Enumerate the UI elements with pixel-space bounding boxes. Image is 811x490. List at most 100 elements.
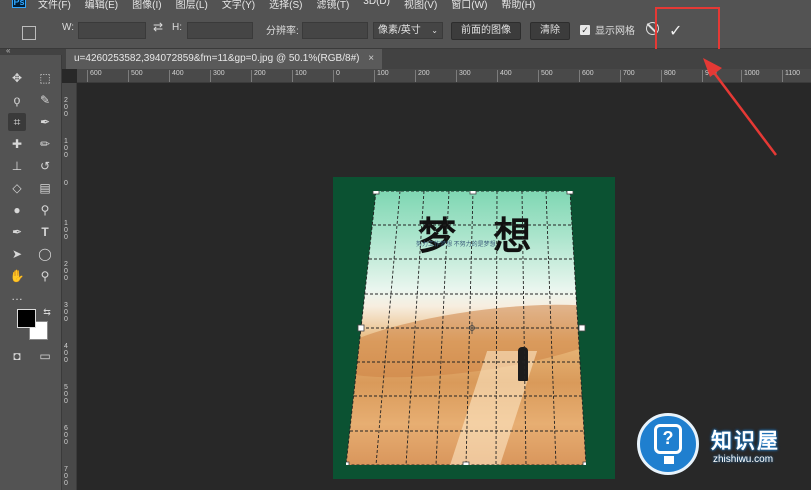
crop-handle xyxy=(566,191,574,195)
ruler-tick: 6 0 0 xyxy=(64,425,68,446)
hand-tool-icon[interactable]: ✋ xyxy=(8,267,26,285)
resolution-label: 分辨率: xyxy=(266,26,299,37)
ruler-tick: 1100 xyxy=(782,70,800,82)
dodge-tool-icon[interactable]: ⚲ xyxy=(36,201,54,219)
crop-grid-overlay[interactable] xyxy=(346,191,586,465)
ruler-tick: 600 xyxy=(87,70,102,82)
ruler-tick: 800 xyxy=(661,70,676,82)
show-grid-label: 显示网格 xyxy=(595,26,635,37)
blur-tool-icon[interactable]: ● xyxy=(8,201,26,219)
horizontal-ruler: 600 500 400 300 200 100 0 100 200 300 40… xyxy=(77,69,811,83)
watermark-name: 知识屋 xyxy=(711,430,780,453)
ruler-tick: 2 0 0 xyxy=(64,261,68,282)
healing-tool-icon[interactable]: ✚ xyxy=(8,135,26,153)
ruler-tick: 7 0 0 xyxy=(64,466,68,487)
width-label: W: xyxy=(62,22,75,33)
crop-handle xyxy=(357,324,365,332)
pen-tool-icon[interactable]: ✒ xyxy=(8,223,26,241)
menu-3d[interactable]: 3D(D) xyxy=(363,0,390,11)
ellipse-tool-icon[interactable]: ◯ xyxy=(36,245,54,263)
ruler-tick: 4 0 0 xyxy=(64,343,68,364)
ruler-tick: 500 xyxy=(128,70,143,82)
history-brush-tool-icon[interactable]: ↺ xyxy=(36,157,54,175)
type-tool-icon[interactable]: T xyxy=(36,223,54,241)
photoshop-logo: Ps xyxy=(12,0,26,8)
crop-handle xyxy=(582,461,586,465)
vertical-ruler: 2 0 0 1 0 0 0 1 0 0 2 0 0 3 0 0 4 0 0 5 … xyxy=(62,83,77,490)
menu-edit[interactable]: 编辑(E) xyxy=(85,0,118,11)
ruler-tick: 0 xyxy=(64,180,68,187)
ruler-tick: 0 xyxy=(333,70,340,82)
clear-button[interactable]: 清除 xyxy=(530,22,570,40)
zoom-tool-icon[interactable]: ⚲ xyxy=(36,267,54,285)
quick-mask-tool-icon[interactable]: ◘ xyxy=(8,347,26,365)
move-tool-icon[interactable]: ✥ xyxy=(8,69,26,87)
show-grid-checkbox[interactable]: ✓ xyxy=(580,25,590,35)
ruler-tick: 400 xyxy=(497,70,512,82)
eraser-tool-icon[interactable]: ◇ xyxy=(8,179,26,197)
swap-colors-icon[interactable]: ⇆ xyxy=(38,303,56,321)
eyedropper-tool-icon[interactable]: ✒ xyxy=(36,113,54,131)
watermark-url: zhishiwu.com xyxy=(713,454,774,465)
question-icon: ? xyxy=(654,424,682,454)
menu-items: 文件(F) 编辑(E) 图像(I) 图层(L) 文字(Y) 选择(S) 滤镜(T… xyxy=(38,0,535,11)
width-input[interactable] xyxy=(78,22,146,39)
crop-tool-icon[interactable]: ⌗ xyxy=(8,113,26,131)
document-tab[interactable]: u=4260253582,394072859&fm=11&gp=0.jpg @ … xyxy=(66,49,383,69)
menu-filter[interactable]: 滤镜(T) xyxy=(317,0,350,11)
gradient-tool-icon[interactable]: ▤ xyxy=(36,179,54,197)
ruler-tick: 1 0 0 xyxy=(64,220,68,241)
ruler-tick: 300 xyxy=(456,70,471,82)
tools-panel: ✥ ⬚ ϙ ✎ ⌗ ✒ ✚ ✏ ⊥ ↺ ◇ ▤ ● ⚲ ✒ T ➤ ◯ ✋ ⚲ … xyxy=(0,55,62,490)
path-select-tool-icon[interactable]: ➤ xyxy=(8,245,26,263)
crop-handle xyxy=(346,461,350,465)
ruler-tick: 200 xyxy=(251,70,266,82)
menu-view[interactable]: 视图(V) xyxy=(404,0,437,11)
menu-layer[interactable]: 图层(L) xyxy=(176,0,208,11)
ruler-tick: 5 0 0 xyxy=(64,384,68,405)
watermark-icon: ? xyxy=(637,413,699,475)
height-label: H: xyxy=(172,22,182,33)
screen-mode-tool-icon[interactable]: ▭ xyxy=(36,347,54,365)
close-icon[interactable]: × xyxy=(368,53,374,64)
ruler-tick: 1 0 0 xyxy=(64,138,68,159)
menu-help[interactable]: 帮助(H) xyxy=(501,0,535,11)
ruler-tick: 300 xyxy=(210,70,225,82)
lasso-tool-icon[interactable]: ϙ xyxy=(8,91,26,109)
collapse-panel-icon[interactable]: « xyxy=(6,46,10,55)
unit-select-value: 像素/英寸 xyxy=(378,25,421,36)
center-crosshair xyxy=(466,322,478,334)
crop-handle xyxy=(462,461,470,465)
crop-preset-icon[interactable] xyxy=(22,26,36,40)
menu-file[interactable]: 文件(F) xyxy=(38,0,71,11)
crop-handle xyxy=(578,324,586,332)
menu-select[interactable]: 选择(S) xyxy=(269,0,302,11)
front-image-button[interactable]: 前面的图像 xyxy=(451,22,521,40)
ruler-tick: 2 0 0 xyxy=(64,97,68,118)
crop-handle xyxy=(372,191,380,195)
ruler-tick: 200 xyxy=(415,70,430,82)
menu-window[interactable]: 窗口(W) xyxy=(451,0,487,11)
height-input[interactable] xyxy=(187,22,253,39)
ruler-tick: 100 xyxy=(292,70,307,82)
foreground-color-swatch[interactable] xyxy=(17,309,36,328)
ruler-tick: 500 xyxy=(538,70,553,82)
ruler-tick: 900 xyxy=(702,70,717,82)
chevron-down-icon: ⌄ xyxy=(431,26,438,35)
resolution-input[interactable] xyxy=(302,22,368,39)
more-tools-icon[interactable]: … xyxy=(8,287,26,305)
marquee-tool-icon[interactable]: ⬚ xyxy=(36,69,54,87)
swap-icon[interactable]: ⇄ xyxy=(153,20,163,34)
ruler-tick: 100 xyxy=(374,70,389,82)
unit-select[interactable]: 像素/英寸 ⌄ xyxy=(373,22,443,39)
menu-type[interactable]: 文字(Y) xyxy=(222,0,255,11)
ruler-tick: 400 xyxy=(169,70,184,82)
quick-select-tool-icon[interactable]: ✎ xyxy=(36,91,54,109)
document-tab-title: u=4260253582,394072859&fm=11&gp=0.jpg @ … xyxy=(74,53,360,64)
monitor-stand xyxy=(664,456,674,464)
stamp-tool-icon[interactable]: ⊥ xyxy=(8,157,26,175)
ruler-tick: 700 xyxy=(620,70,635,82)
brush-tool-icon[interactable]: ✏ xyxy=(36,135,54,153)
menu-image[interactable]: 图像(I) xyxy=(132,0,161,11)
ruler-tick: 600 xyxy=(579,70,594,82)
